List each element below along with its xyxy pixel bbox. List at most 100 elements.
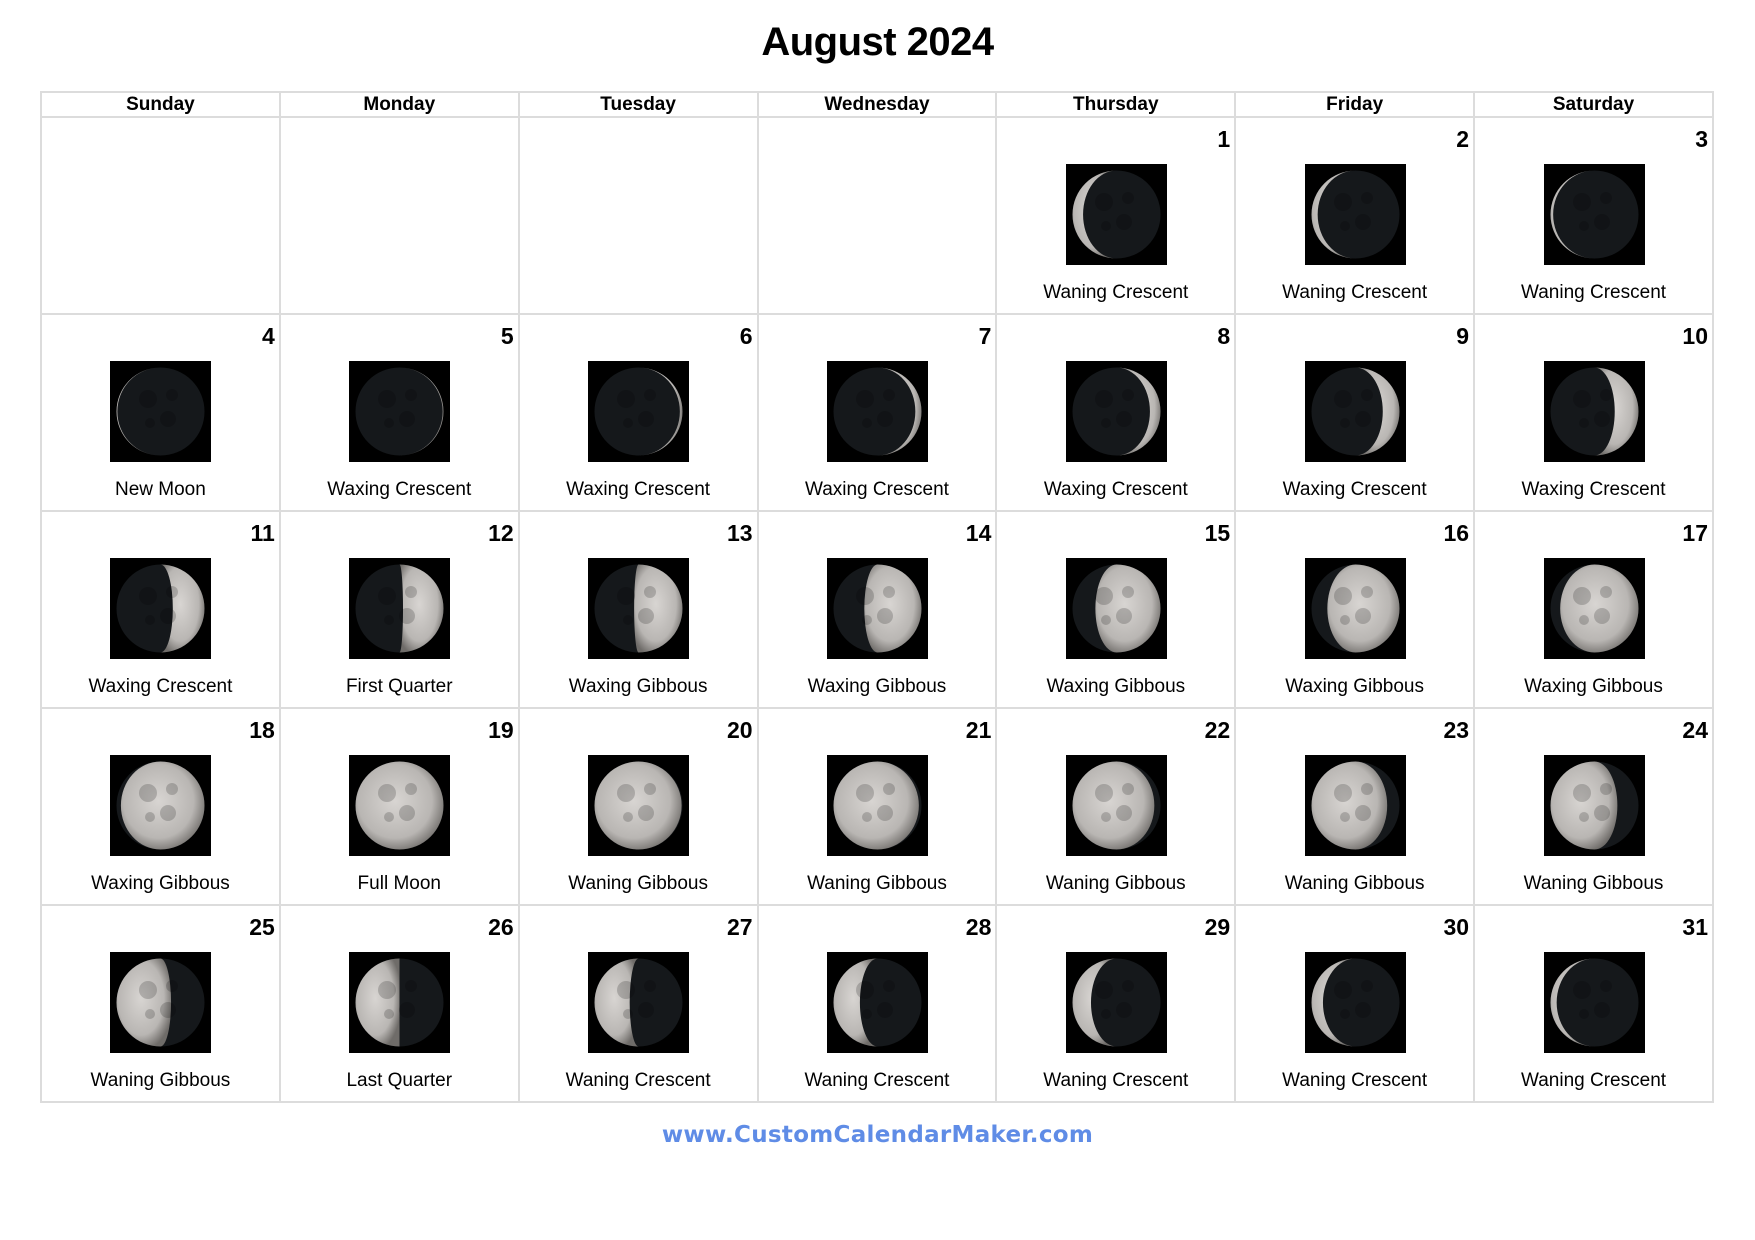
weekday-header: Tuesday [517, 91, 759, 118]
day-cell[interactable]: 29 Waning Crescent [995, 904, 1237, 1103]
moon-phase-label: Waxing Gibbous [91, 873, 230, 894]
calendar-grid: Sunday Monday Tuesday Wednesday Thursday… [40, 91, 1714, 1103]
moon-phase-label: Waxing Gibbous [1285, 676, 1424, 697]
day-cell[interactable]: 23 Waning Gibbous [1234, 707, 1476, 906]
moon-phase-label: Waxing Crescent [88, 676, 233, 697]
day-cell[interactable]: 10 Waxing Crescent [1473, 313, 1714, 512]
day-cell[interactable]: 1 Waning Crescent [995, 116, 1237, 315]
moon-phase-icon [1543, 755, 1645, 856]
moon-phase-icon [1065, 361, 1167, 462]
day-cell[interactable]: 26 Last Quarter [278, 904, 520, 1103]
day-cell[interactable]: 24 Waning Gibbous [1473, 707, 1714, 906]
day-cell[interactable]: 7 Waxing Crescent [756, 313, 998, 512]
day-cell[interactable]: 20 Waning Gibbous [517, 707, 759, 906]
day-cell[interactable]: 19 Full Moon [278, 707, 520, 906]
day-number: 31 [1682, 914, 1708, 940]
day-cell[interactable]: 2 Waning Crescent [1234, 116, 1476, 315]
moon-phase-label: Waxing Crescent [566, 479, 711, 500]
day-number: 12 [488, 520, 514, 546]
day-cell[interactable]: 14 Waxing Gibbous [756, 510, 998, 709]
weekday-header: Wednesday [756, 91, 998, 118]
moon-phase-icon [349, 952, 451, 1053]
moon-phase-icon [588, 755, 690, 856]
weekday-header: Saturday [1473, 91, 1714, 118]
day-cell[interactable]: 22 Waning Gibbous [995, 707, 1237, 906]
moon-phase-icon [826, 952, 928, 1053]
day-cell[interactable]: 16 Waxing Gibbous [1234, 510, 1476, 709]
moon-phase-icon [826, 558, 928, 659]
day-number: 26 [488, 914, 514, 940]
day-cell[interactable]: 12 First Quarter [278, 510, 520, 709]
day-number: 8 [1217, 323, 1231, 349]
day-number: 16 [1443, 520, 1470, 546]
day-number: 6 [739, 323, 753, 349]
day-number: 18 [249, 717, 275, 743]
moon-phase-icon [826, 361, 928, 462]
day-number: 3 [1695, 126, 1708, 152]
day-number: 13 [726, 520, 753, 546]
day-cell[interactable]: 3 Waning Crescent [1473, 116, 1714, 315]
weekday-header: Thursday [995, 91, 1237, 118]
day-number: 29 [1204, 914, 1231, 940]
moon-phase-label: Waning Crescent [1043, 1070, 1189, 1091]
moon-phase-label: Waning Crescent [1521, 1070, 1667, 1091]
calendar-title: August 2024 [761, 20, 994, 64]
moon-phase-label: Waxing Gibbous [807, 676, 947, 697]
week-row: 1 Waning Crescent 2 Waning Crescent 3 Wa… [40, 116, 1714, 315]
day-cell[interactable]: 9 Waxing Crescent [1234, 313, 1476, 512]
day-number: 19 [488, 717, 514, 743]
moon-phase-label: Waning Gibbous [1284, 873, 1425, 894]
day-cell[interactable]: 30 Waning Crescent [1234, 904, 1476, 1103]
website-footer-link[interactable]: www.CustomCalendarMaker.com [0, 1122, 1755, 1148]
moon-phase-label: Waning Crescent [1521, 282, 1667, 303]
day-cell[interactable]: 31 Waning Crescent [1473, 904, 1714, 1103]
moon-phase-icon [110, 952, 212, 1053]
moon-phase-icon [349, 558, 451, 659]
moon-phase-label: Waning Gibbous [1045, 873, 1186, 894]
moon-phase-icon [588, 558, 690, 659]
day-number: 24 [1682, 717, 1708, 743]
day-cell[interactable]: 27 Waning Crescent [517, 904, 759, 1103]
day-number: 4 [262, 323, 275, 349]
moon-phase-label: Waxing Crescent [804, 479, 949, 500]
day-cell[interactable]: 13 Waxing Gibbous [517, 510, 759, 709]
day-number: 22 [1204, 717, 1231, 743]
day-number: 7 [978, 323, 992, 349]
day-cell[interactable]: 6 Waxing Crescent [517, 313, 759, 512]
day-cell[interactable]: 17 Waxing Gibbous [1473, 510, 1714, 709]
moon-phase-label: Waxing Crescent [1282, 479, 1427, 500]
day-cell[interactable]: 18 Waxing Gibbous [40, 707, 281, 906]
moon-phase-label: Waxing Gibbous [1046, 676, 1186, 697]
day-number: 9 [1456, 323, 1470, 349]
day-number: 23 [1443, 717, 1470, 743]
day-number: 20 [726, 717, 753, 743]
day-cell[interactable]: 8 Waxing Crescent [995, 313, 1237, 512]
moon-phase-label: Waxing Gibbous [1524, 676, 1663, 697]
day-cell[interactable]: 25 Waning Gibbous [40, 904, 281, 1103]
moon-phase-icon [1304, 952, 1406, 1053]
day-cell[interactable]: 5 Waxing Crescent [278, 313, 520, 512]
day-cell[interactable]: 21 Waning Gibbous [756, 707, 998, 906]
week-row: 25 Waning Gibbous 26 Last Quarter 27 Wan… [40, 904, 1714, 1103]
moon-phase-label: Waning Crescent [1043, 282, 1189, 303]
week-row: 4 New Moon 5 Waxing Crescent 6 Waxing Cr… [40, 313, 1714, 512]
moon-phase-label: Waxing Crescent [327, 479, 472, 500]
moon-phase-icon [1065, 952, 1167, 1053]
moon-phase-label: New Moon [115, 479, 206, 500]
empty-day-cell [278, 116, 520, 315]
day-cell[interactable]: 4 New Moon [40, 313, 281, 512]
day-cell[interactable]: 11 Waxing Crescent [40, 510, 281, 709]
week-row: 11 Waxing Crescent 12 First Quarter 13 W… [40, 510, 1714, 709]
day-number: 14 [965, 520, 992, 546]
moon-phase-label: Waning Gibbous [1523, 873, 1664, 894]
day-number: 5 [500, 323, 514, 349]
day-number: 28 [965, 914, 992, 940]
moon-phase-label: Waxing Gibbous [568, 676, 708, 697]
moon-phase-label: Waning Crescent [1282, 282, 1428, 303]
moon-phase-icon [588, 952, 690, 1053]
day-number: 21 [965, 717, 992, 743]
weekday-header: Monday [278, 91, 520, 118]
day-cell[interactable]: 28 Waning Crescent [756, 904, 998, 1103]
day-cell[interactable]: 15 Waxing Gibbous [995, 510, 1237, 709]
day-number: 2 [1456, 126, 1470, 152]
